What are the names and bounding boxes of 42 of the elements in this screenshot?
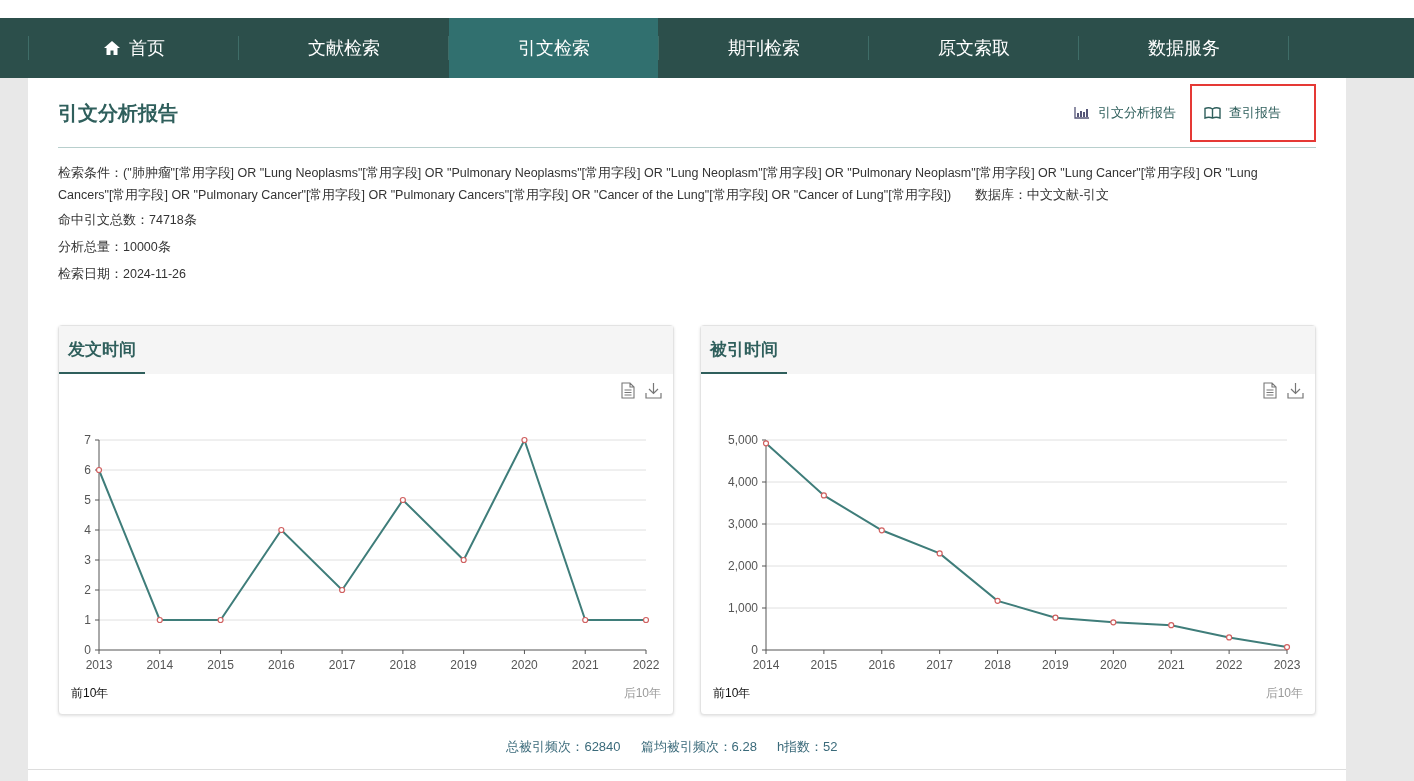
x-tick-label: 2022 <box>1215 658 1243 672</box>
query-text: 检索条件：("肺肿瘤"[常用字段] OR "Lung Neoplasms"[常用字段] OR "Pulmonary Neoplasms"[常用字段] OR "Lung Neoplasm"[常用字段] OR "Pulmonary Neoplasm"[常用字段] OR "Lung Cancer"[常用字段] OR "Lung Cancers"[常用字段] OR "Pulmonary Cancer"[常用字段] OR "Pulmonary Cancers"[常用字段] OR "Cancer of the Lung"[常用字段] OR "Cancer of Lung"[常用字段]) 数据库：中文文献-引文 <box>58 165 1259 204</box>
x-tick-label: 2016 <box>268 658 295 672</box>
summary-stat: h指数：52 <box>776 738 838 756</box>
y-tick-label: 6 <box>84 463 91 477</box>
y-tick-label: 5 <box>84 493 91 507</box>
y-tick-label: 7 <box>84 433 91 447</box>
x-tick-label: 2019 <box>1042 658 1069 672</box>
x-tick-label: 2017 <box>328 658 356 672</box>
y-tick-label: 4,000 <box>727 475 758 489</box>
y-tick-label: 2,000 <box>727 559 758 573</box>
info-text: 命中引文总数：74718条 <box>58 212 198 229</box>
y-tick-label: 5,000 <box>727 433 758 447</box>
y-tick-label: 1,000 <box>727 601 758 615</box>
y-tick-label: 3,000 <box>727 517 758 531</box>
y-tick-label: 0 <box>751 643 758 657</box>
x-tick-label: 2017 <box>926 658 953 672</box>
y-tick-label: 2 <box>84 583 91 597</box>
x-tick-label: 2022 <box>632 658 660 672</box>
report-title: 引文分析报告 <box>58 100 179 126</box>
y-tick-label: 0 <box>84 643 91 657</box>
x-tick-label: 2014 <box>146 658 174 672</box>
x-tick-label: 2018 <box>984 658 1011 672</box>
x-tick-label: 2016 <box>868 658 896 672</box>
summary-stat: 篇均被引频次：6.28 <box>640 738 757 756</box>
y-tick-label: 3 <box>84 553 91 567</box>
x-tick-label: 2015 <box>810 658 838 672</box>
x-tick-label: 2021 <box>571 658 599 672</box>
x-tick-label: 2013 <box>85 658 113 672</box>
x-tick-label: 2023 <box>1273 658 1301 672</box>
x-tick-label: 2020 <box>1100 658 1127 672</box>
x-tick-label: 2020 <box>511 658 538 672</box>
x-tick-label: 2019 <box>450 658 477 672</box>
x-tick-label: 2018 <box>389 658 417 672</box>
info-text: 检索日期：2024-11-26 <box>58 266 187 283</box>
summary-stat: 总被引频次：62840 <box>506 738 621 756</box>
x-tick-label: 2021 <box>1157 658 1185 672</box>
info-text: 分析总量：10000条 <box>58 239 172 256</box>
y-tick-label: 1 <box>84 613 91 627</box>
y-tick-label: 4 <box>84 523 91 537</box>
x-tick-label: 2015 <box>207 658 234 672</box>
x-tick-label: 2014 <box>752 658 780 672</box>
